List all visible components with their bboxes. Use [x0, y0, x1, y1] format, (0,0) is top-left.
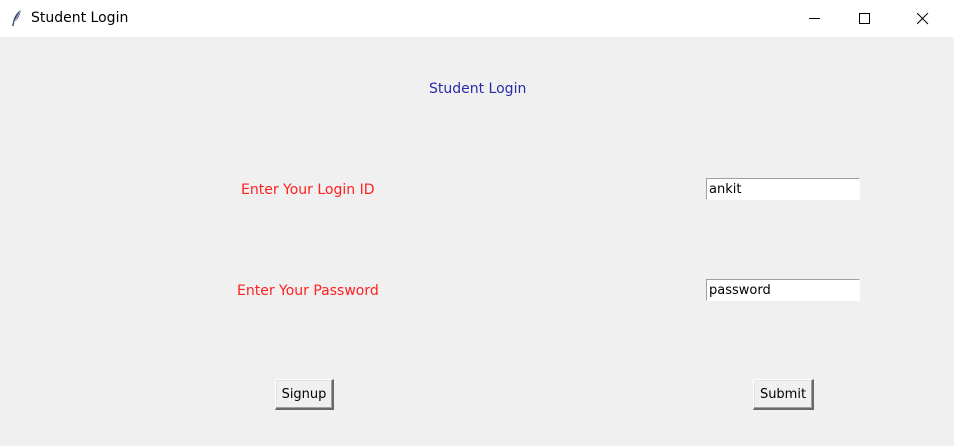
login-form: Student Login Enter Your Login ID Enter …: [0, 37, 954, 446]
close-icon: [917, 13, 929, 25]
submit-button[interactable]: Submit: [753, 379, 814, 410]
login-id-label: Enter Your Login ID: [241, 182, 375, 198]
window-title: Student Login: [31, 10, 129, 26]
maximize-button[interactable]: [842, 0, 888, 37]
title-bar[interactable]: Student Login: [0, 0, 954, 37]
minimize-button[interactable]: [792, 0, 838, 37]
close-button[interactable]: [900, 0, 946, 37]
app-window: Student Login Student Login Enter Your L…: [0, 0, 954, 446]
feather-icon: [9, 9, 25, 27]
password-label: Enter Your Password: [237, 283, 379, 299]
signup-button[interactable]: Signup: [275, 379, 334, 410]
maximize-icon: [859, 13, 870, 24]
password-input[interactable]: [706, 279, 860, 301]
minimize-icon: [809, 18, 820, 19]
form-heading: Student Login: [429, 81, 527, 97]
login-id-input[interactable]: [706, 178, 860, 200]
